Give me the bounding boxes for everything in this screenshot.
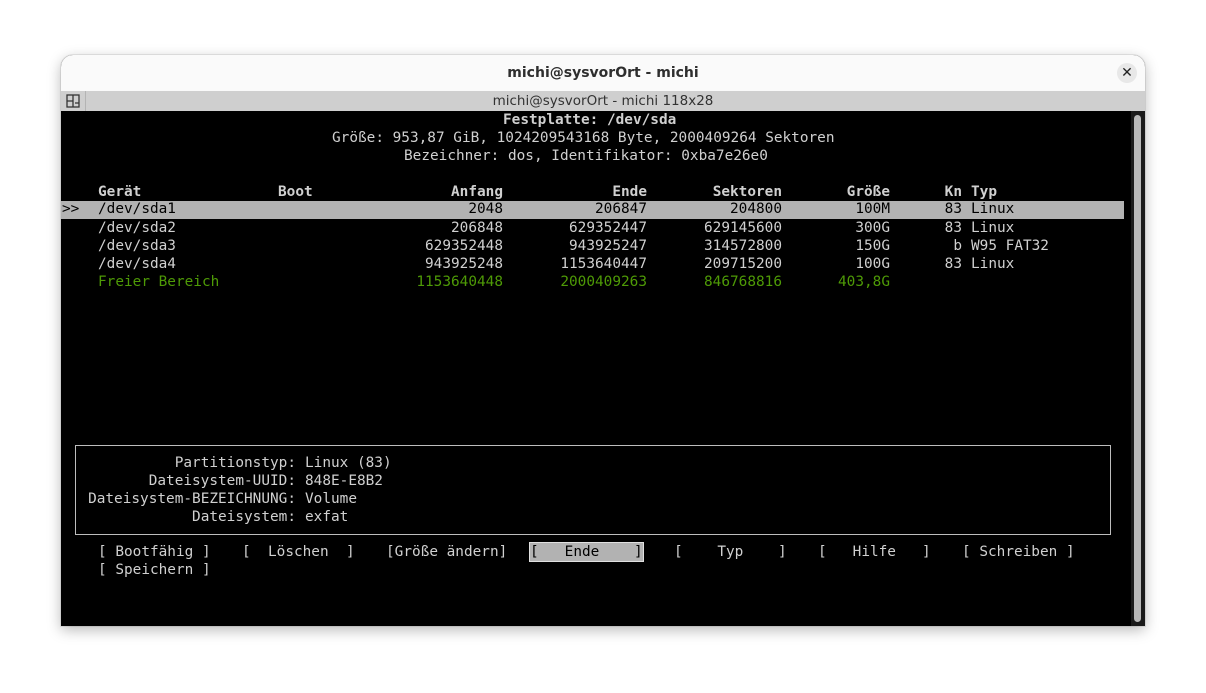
cell-sectors: 629145600	[704, 220, 782, 236]
new-tab-icon[interactable]	[61, 91, 86, 111]
tab-bar: michi@sysvorOrt - michi 118x28	[61, 91, 1145, 111]
dump-button[interactable]: [ Speichern ]	[98, 561, 211, 579]
table-row-selected[interactable]: >> /dev/sda1 2048 206847 204800 100M 83 …	[61, 201, 1124, 219]
cell-end: 206847	[595, 201, 647, 217]
table-row[interactable]: /dev/sda3 629352448 943925247 314572800 …	[61, 237, 1124, 255]
bootable-button[interactable]: [ Bootfähig ]	[98, 543, 211, 561]
cell-size: 100G	[855, 256, 890, 272]
table-row-free-space[interactable]: Freier Bereich 1153640448 2000409263 846…	[61, 273, 1124, 291]
cell-id: b	[953, 238, 962, 254]
info-label: Dateisystem-UUID:	[148, 473, 296, 489]
cell-device: /dev/sda2	[98, 220, 176, 236]
info-value: Linux (83)	[305, 455, 392, 471]
tab-title[interactable]: michi@sysvorOrt - michi 118x28	[493, 93, 714, 109]
partition-info-box: Partitionstyp: Linux (83) Dateisystem-UU…	[75, 445, 1111, 535]
window-title: michi@sysvorOrt - michi	[507, 65, 699, 81]
cell-size: 300G	[855, 220, 890, 236]
cell-type: Linux	[971, 201, 1015, 217]
cell-sectors: 204800	[730, 201, 782, 217]
info-label: Partitionstyp:	[174, 455, 296, 471]
table-row[interactable]: /dev/sda2 206848 629352447 629145600 300…	[61, 219, 1124, 237]
header-sectors: Sektoren	[712, 184, 782, 200]
header-boot: Boot	[278, 184, 313, 200]
write-button[interactable]: [ Schreiben ]	[962, 543, 1075, 561]
header-type: Typ	[971, 184, 997, 200]
cell-id: 83	[944, 201, 962, 217]
info-row-filesystem: Dateisystem: exfat	[76, 508, 1110, 526]
cell-sectors: 209715200	[704, 256, 782, 272]
cell-start: 629352448	[425, 238, 503, 254]
cell-type: Linux	[971, 220, 1015, 236]
help-button[interactable]: [ Hilfe ]	[818, 543, 931, 561]
header-end: Ende	[612, 184, 647, 200]
cell-sectors: 846768816	[704, 274, 782, 290]
scrollbar[interactable]	[1131, 111, 1145, 626]
disk-identifier-line: Bezeichner: dos, Identifikator: 0xba7e26…	[404, 148, 768, 164]
header-start: Anfang	[451, 184, 503, 200]
info-row-uuid: Dateisystem-UUID: 848E-E8B2	[76, 472, 1110, 490]
cell-end: 629352447	[569, 220, 647, 236]
header-id: Kn	[944, 184, 962, 200]
scrollbar-thumb[interactable]	[1134, 115, 1141, 622]
cell-type: Linux	[971, 256, 1015, 272]
close-icon[interactable]: ✕	[1117, 63, 1137, 83]
terminal-window: michi@sysvorOrt - michi ✕ michi@sysvorOr…	[61, 55, 1145, 626]
info-label: Dateisystem-BEZEICHNUNG:	[88, 491, 296, 507]
disk-title: Festplatte: /dev/sda	[503, 112, 677, 128]
quit-button[interactable]: [ Ende ]	[529, 542, 644, 562]
resize-button[interactable]: [Größe ändern]	[386, 543, 507, 561]
cell-start: 943925248	[425, 256, 503, 272]
header-size: Größe	[846, 184, 890, 200]
info-row-fs-label: Dateisystem-BEZEICHNUNG: Volume	[76, 490, 1110, 508]
cell-size: 150G	[855, 238, 890, 254]
table-row[interactable]: /dev/sda4 943925248 1153640447 209715200…	[61, 255, 1124, 273]
cell-type: W95 FAT32	[971, 238, 1049, 254]
cell-end: 943925247	[569, 238, 647, 254]
cell-start: 206848	[451, 220, 503, 236]
cell-start: 1153640448	[416, 274, 503, 290]
cell-device: /dev/sda3	[98, 238, 176, 254]
type-button[interactable]: [ Typ ]	[674, 543, 787, 561]
cell-device: /dev/sda1	[98, 201, 176, 217]
info-row-type: Partitionstyp: Linux (83)	[76, 454, 1110, 472]
terminal-area[interactable]: Festplatte: /dev/sda Größe: 953,87 GiB, …	[61, 111, 1131, 626]
cell-device: /dev/sda4	[98, 256, 176, 272]
cell-size: 100M	[855, 201, 890, 217]
table-header: Gerät Boot Anfang Ende Sektoren Größe Kn…	[61, 183, 1124, 201]
header-device: Gerät	[98, 184, 142, 200]
cell-device: Freier Bereich	[98, 274, 220, 290]
disk-size-line: Größe: 953,87 GiB, 1024209543168 Byte, 2…	[332, 130, 835, 146]
cell-end: 2000409263	[560, 274, 647, 290]
row-cursor: >>	[62, 201, 80, 217]
cell-id: 83	[944, 220, 962, 236]
cell-size: 403,8G	[838, 274, 890, 290]
window-titlebar[interactable]: michi@sysvorOrt - michi ✕	[61, 55, 1145, 91]
info-label: Dateisystem:	[192, 509, 296, 525]
info-value: Volume	[305, 491, 357, 507]
cell-sectors: 314572800	[704, 238, 782, 254]
info-value: exfat	[305, 509, 349, 525]
cell-id: 83	[944, 256, 962, 272]
cell-end: 1153640447	[560, 256, 647, 272]
cell-start: 2048	[468, 201, 503, 217]
info-value: 848E-E8B2	[305, 473, 383, 489]
delete-button[interactable]: [ Löschen ]	[242, 543, 355, 561]
